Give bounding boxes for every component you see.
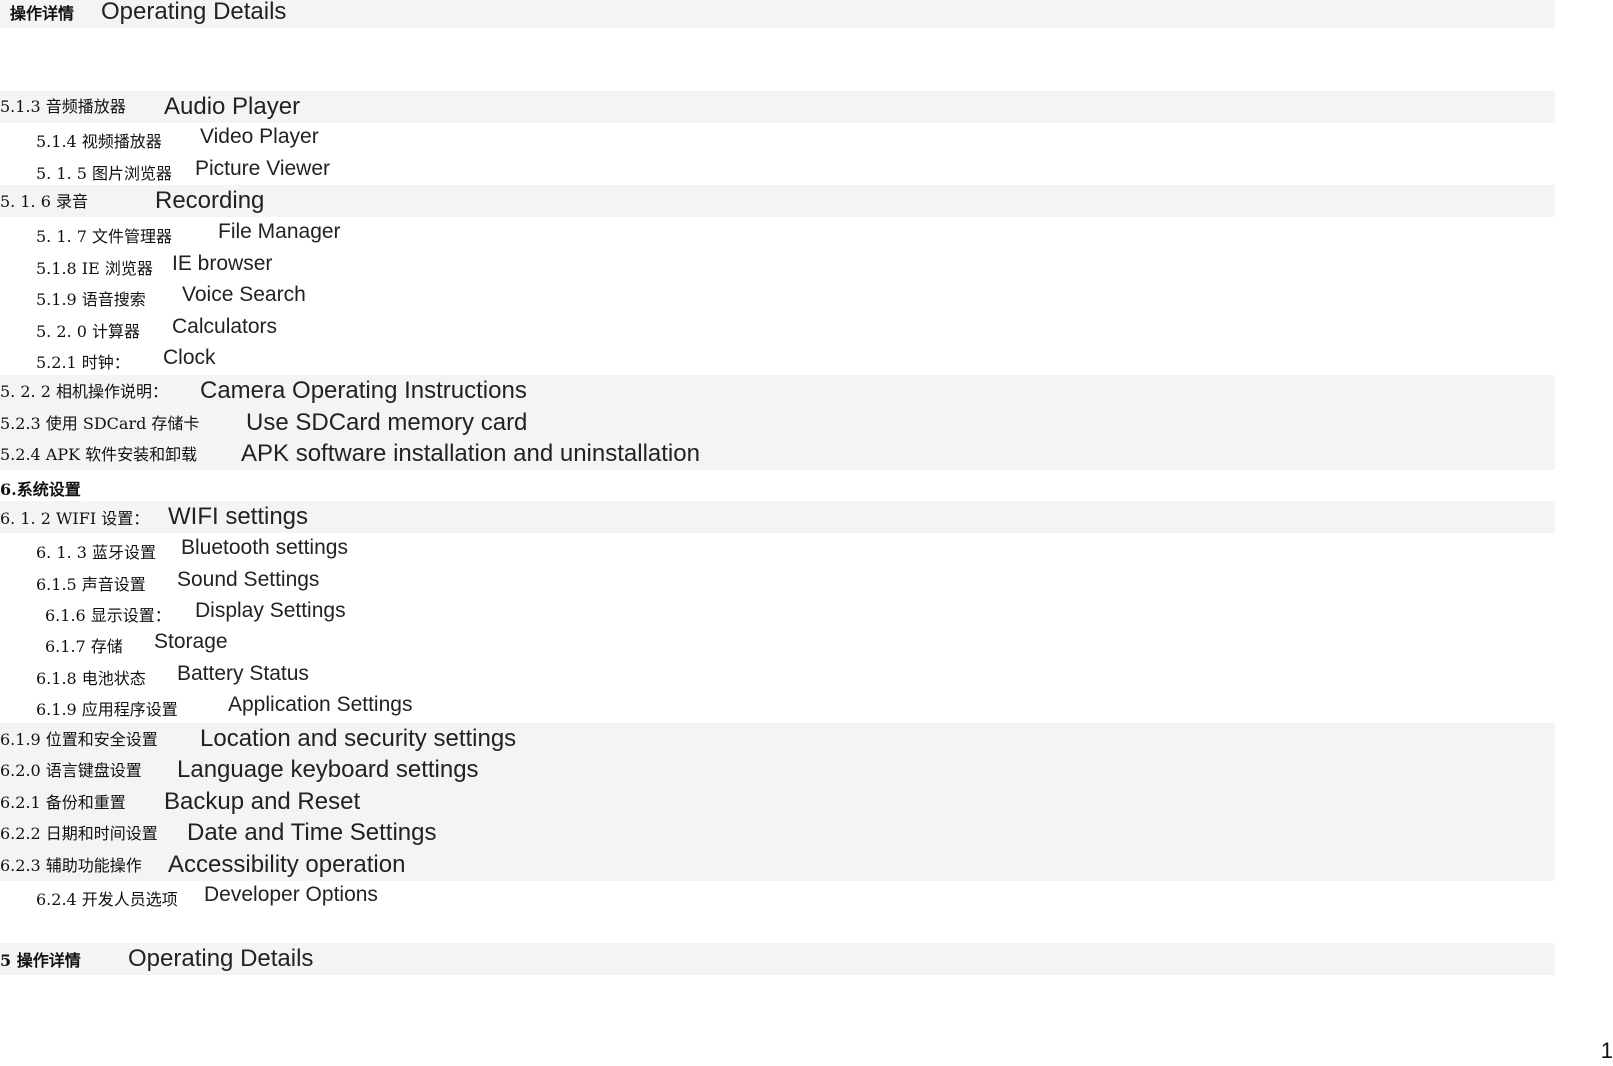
toc-item-zh: 6.1.6 显示设置： (45, 606, 171, 625)
toc-item-location-security: 6.1.9 位置和安全设置 Location and security sett… (0, 723, 1555, 755)
toc-item-en: Camera Operating Instructions (200, 377, 527, 404)
toc-item-calculators: 5. 2. 0 计算器 Calculators (0, 313, 1555, 345)
toc-item-en: Sound Settings (177, 568, 320, 591)
toc-item-apk: 5.2.4 APK 软件安装和卸载 APK software installat… (0, 438, 1555, 470)
toc-item-en: Picture Viewer (195, 157, 331, 180)
toc-item-file-manager: 5. 1. 7 文件管理器 File Manager (0, 218, 1555, 250)
toc-item-display: 6.1.6 显示设置： Display Settings (0, 597, 1555, 629)
toc-item-zh: 6.2.4 开发人员选项 (36, 890, 178, 909)
toc-item-en: APK software installation and uninstalla… (241, 440, 700, 467)
toc-item-zh: 5. 1. 5 图片浏览器 (36, 164, 172, 183)
toc-item-en: Accessibility operation (168, 851, 406, 878)
toc-item-en: Storage (154, 630, 228, 653)
section-6-title: 6.系统设置 (0, 480, 81, 499)
toc-item-ie-browser: 5.1.8 IE 浏览器 IE browser (0, 250, 1555, 282)
toc-item-zh: 6.1.9 位置和安全设置 (0, 730, 158, 749)
toc-item-zh: 5.2.1 时钟： (36, 353, 130, 372)
toc-item-zh: 5.1.9 语音搜索 (36, 290, 146, 309)
toc-item-wifi: 6. 1. 2 WIFI 设置： WIFI settings (0, 501, 1555, 533)
toc-item-zh: 5.2.4 APK 软件安装和卸载 (0, 445, 198, 464)
toc-item-zh: 5.1.8 IE 浏览器 (36, 259, 153, 278)
toc-item-zh: 6.1.5 声音设置 (36, 575, 146, 594)
toc-item-zh: 6. 1. 2 WIFI 设置： (0, 509, 150, 528)
toc-item-en: Audio Player (164, 93, 301, 120)
toc-item-applications: 6.1.9 应用程序设置 Application Settings (0, 691, 1555, 723)
toc-item-clock: 5.2.1 时钟： Clock (0, 344, 1555, 376)
header-zh: 操作详情 (10, 4, 75, 23)
toc-item-zh: 5.1.3 音频播放器 (0, 97, 126, 116)
toc-item-zh: 6.1.9 应用程序设置 (36, 700, 178, 719)
toc-item-en: Video Player (200, 125, 319, 148)
footer-en: Operating Details (128, 945, 314, 972)
toc-item-zh: 6.2.2 日期和时间设置 (0, 824, 158, 843)
toc-item-zh: 6.1.8 电池状态 (36, 669, 146, 688)
toc-item-zh: 5.1.4 视频播放器 (36, 132, 162, 151)
toc-item-developer: 6.2.4 开发人员选项 Developer Options (0, 881, 1555, 913)
toc-item-en: File Manager (218, 220, 341, 243)
toc-item-voice-search: 5.1.9 语音搜索 Voice Search (0, 281, 1555, 313)
toc-item-zh: 5.2.3 使用 SDCard 存储卡 (0, 414, 200, 433)
toc-item-zh: 5. 1. 6 录音 (0, 192, 88, 211)
toc-item-en: Use SDCard memory card (246, 409, 528, 436)
toc-item-audio-player: 5.1.3 音频播放器 Audio Player (0, 91, 1555, 123)
toc-item-zh: 6.2.0 语言键盘设置 (0, 761, 142, 780)
toc-item-en: WIFI settings (168, 503, 309, 530)
toc-item-en: Date and Time Settings (187, 819, 437, 846)
footer-heading-row: 5 操作详情 Operating Details (0, 943, 1555, 975)
toc-item-zh: 6.1.7 存储 (45, 637, 123, 656)
header-en: Operating Details (101, 0, 287, 25)
toc-item-en: Battery Status (177, 662, 309, 685)
header-row: 操作详情 Operating Details (0, 0, 1555, 28)
toc-item-recording: 5. 1. 6 录音 Recording (0, 185, 1555, 217)
toc-item-en: Language keyboard settings (177, 756, 479, 783)
toc-item-language-keyboard: 6.2.0 语言键盘设置 Language keyboard settings (0, 754, 1555, 786)
toc-item-zh: 5. 1. 7 文件管理器 (36, 227, 172, 246)
toc-item-en: Bluetooth settings (181, 536, 348, 559)
toc-item-en: Developer Options (204, 883, 378, 906)
toc-item-video-player: 5.1.4 视频播放器 Video Player (0, 123, 1555, 155)
toc-item-en: Application Settings (228, 693, 413, 716)
toc-item-bluetooth: 6. 1. 3 蓝牙设置 Bluetooth settings (0, 534, 1555, 566)
footer-zh: 5 操作详情 (0, 951, 81, 970)
toc-item-zh: 5. 2. 0 计算器 (36, 322, 140, 341)
toc-item-zh: 6.2.3 辅助功能操作 (0, 856, 142, 875)
toc-item-en: IE browser (172, 252, 273, 275)
toc-item-en: Location and security settings (200, 725, 517, 752)
toc-item-picture-viewer: 5. 1. 5 图片浏览器 Picture Viewer (0, 155, 1555, 187)
toc-item-sound: 6.1.5 声音设置 Sound Settings (0, 566, 1555, 598)
toc-item-zh: 6.2.1 备份和重置 (0, 793, 126, 812)
toc-item-en: Display Settings (195, 599, 346, 622)
toc-item-accessibility: 6.2.3 辅助功能操作 Accessibility operation (0, 849, 1555, 881)
toc-item-battery: 6.1.8 电池状态 Battery Status (0, 660, 1555, 692)
toc-item-backup-reset: 6.2.1 备份和重置 Backup and Reset (0, 786, 1555, 818)
toc-item-en: Backup and Reset (164, 788, 361, 815)
toc-item-sdcard: 5.2.3 使用 SDCard 存储卡 Use SDCard memory ca… (0, 407, 1555, 439)
page-number: 1 (1600, 1038, 1613, 1063)
toc-item-camera: 5. 2. 2 相机操作说明： Camera Operating Instruc… (0, 375, 1555, 407)
toc-item-en: Clock (163, 346, 216, 369)
toc-item-en: Voice Search (182, 283, 306, 306)
toc-item-en: Calculators (172, 315, 278, 338)
toc-item-zh: 5. 2. 2 相机操作说明： (0, 382, 168, 401)
toc-item-en: Recording (155, 187, 265, 214)
toc-item-storage: 6.1.7 存储 Storage (0, 628, 1555, 660)
toc-item-zh: 6. 1. 3 蓝牙设置 (36, 543, 156, 562)
toc-item-date-time: 6.2.2 日期和时间设置 Date and Time Settings (0, 817, 1555, 849)
